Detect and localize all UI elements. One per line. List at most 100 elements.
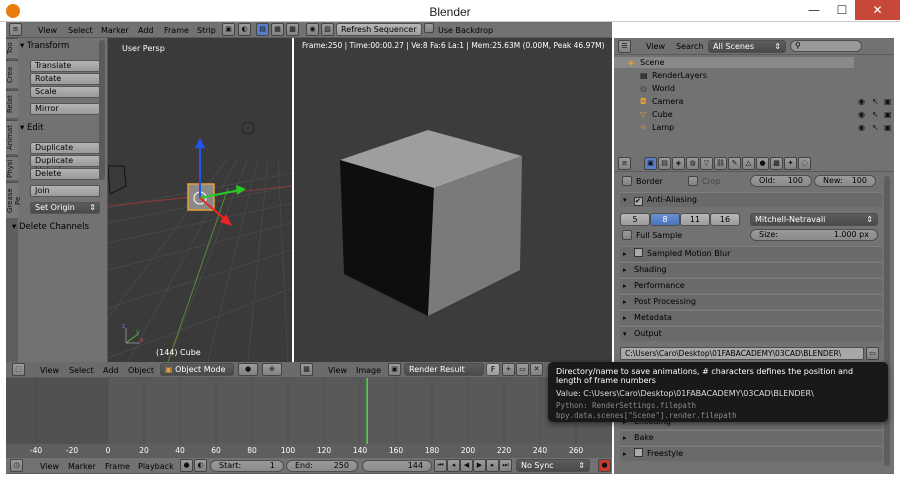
end-frame-field[interactable]: End: 250 xyxy=(286,460,358,472)
channel-icon[interactable]: ▦ xyxy=(271,23,284,36)
outliner-row-world[interactable]: ◍ World xyxy=(614,83,854,94)
tab-animation[interactable]: Animat xyxy=(6,120,18,154)
record-icon[interactable]: ● xyxy=(180,459,193,472)
texture-tab-icon[interactable]: ▩ xyxy=(770,157,783,170)
visibility-eye-icon[interactable]: ◉ xyxy=(858,110,865,119)
bake-panel-header[interactable]: ▸ Bake xyxy=(620,430,882,445)
fake-user-button[interactable]: F xyxy=(486,363,500,376)
image-menu-image[interactable]: Image xyxy=(356,366,381,375)
outliner-row-scene[interactable]: ◈ Scene xyxy=(614,57,854,68)
mirror-button[interactable]: Mirror xyxy=(30,103,100,115)
render-layers-tab-icon[interactable]: ▤ xyxy=(658,157,671,170)
anti-aliasing-panel-header[interactable]: ▾ ✔ Anti-Aliasing xyxy=(620,192,882,207)
3d-viewport[interactable]: User Persp x z y (144) Cube xyxy=(108,38,292,362)
outliner-editor-icon[interactable]: ☰ xyxy=(618,40,631,53)
outliner-row-lamp[interactable]: ☼ Lamp ◉ ↖ ▣ xyxy=(614,122,894,133)
delete-button[interactable]: Delete xyxy=(30,168,100,180)
outliner-row-camera[interactable]: ◘ Camera ◉ ↖ ▣ xyxy=(614,96,894,107)
render-camera-icon[interactable]: ▣ xyxy=(884,110,892,119)
duplicate-linked-button[interactable]: Duplicate Linked xyxy=(30,155,100,175)
jump-end-icon[interactable]: ⏭ xyxy=(499,459,512,472)
world-tab-icon[interactable]: ◍ xyxy=(686,157,699,170)
image-name-field[interactable]: Render Result xyxy=(404,363,484,376)
view3d-menu-object[interactable]: Object xyxy=(128,366,154,375)
translate-button[interactable]: Translate xyxy=(30,60,100,72)
menu-strip[interactable]: Strip xyxy=(197,26,216,35)
performance-panel-header[interactable]: ▸ Performance xyxy=(620,278,882,293)
join-button[interactable]: Join xyxy=(30,185,100,197)
refresh-sequencer-button[interactable]: Refresh Sequencer xyxy=(336,23,422,36)
timeline-editor-icon[interactable]: ◷ xyxy=(10,459,23,472)
sync-mode-dropdown[interactable]: No Sync ⇕ xyxy=(516,459,590,472)
close-button[interactable]: ✕ xyxy=(855,0,900,20)
safe-area-icon[interactable]: ▧ xyxy=(321,23,334,36)
modifiers-tab-icon[interactable]: ✎ xyxy=(728,157,741,170)
timeline-menu-marker[interactable]: Marker xyxy=(68,462,96,471)
view3d-menu-view[interactable]: View xyxy=(40,366,59,375)
transform-panel-header[interactable]: ▾ Transform xyxy=(20,41,69,51)
tab-tools[interactable]: Too xyxy=(6,38,18,58)
open-image-icon[interactable]: ▭ xyxy=(516,363,529,376)
display-mode-icon[interactable]: ▤ xyxy=(256,23,269,36)
jump-keyframe-back-icon[interactable]: ◂ xyxy=(447,459,460,472)
menu-add[interactable]: Add xyxy=(138,26,154,35)
tool-shelf-scrollbar[interactable] xyxy=(99,40,105,180)
aa-sample-16[interactable]: 16 xyxy=(710,213,740,226)
jump-keyframe-forward-icon[interactable]: ▸ xyxy=(486,459,499,472)
view3d-editor-icon[interactable]: ⬚ xyxy=(12,363,25,376)
properties-scrollbar[interactable] xyxy=(884,176,890,466)
aa-filter-dropdown[interactable]: Mitchell-Netravali ⇕ xyxy=(750,213,878,226)
post-processing-panel-header[interactable]: ▸ Post Processing xyxy=(620,294,882,309)
new-field[interactable]: New: 100 xyxy=(814,175,876,187)
tab-grease-pencil[interactable]: Grease Pe xyxy=(6,182,22,218)
edit-panel-header[interactable]: ▾ Edit xyxy=(20,123,43,133)
shading-panel-header[interactable]: ▸ Shading xyxy=(620,262,882,277)
new-image-icon[interactable]: + xyxy=(502,363,515,376)
editor-type-icon[interactable]: ≡ xyxy=(9,23,22,36)
menu-frame[interactable]: Frame xyxy=(164,26,189,35)
freestyle-panel-header[interactable]: ▸ Freestyle xyxy=(620,446,882,461)
unlink-image-icon[interactable]: ✕ xyxy=(530,363,543,376)
tab-physics[interactable]: Physi xyxy=(6,156,18,180)
viewport-shading-icon[interactable]: ● xyxy=(238,363,258,376)
view3d-menu-select[interactable]: Select xyxy=(69,366,94,375)
current-frame-field[interactable]: 144 xyxy=(362,460,432,472)
render-result-view[interactable]: Frame:250 | Time:00:00.27 | Ve:8 Fa:6 La… xyxy=(294,38,612,362)
selectable-cursor-icon[interactable]: ↖ xyxy=(872,110,879,119)
view-type-icon[interactable]: ▣ xyxy=(222,23,235,36)
timeline-menu-frame[interactable]: Frame xyxy=(105,462,130,471)
freestyle-checkbox[interactable] xyxy=(634,448,643,457)
menu-view[interactable]: View xyxy=(38,26,57,35)
output-panel-header[interactable]: ▾ Output xyxy=(620,326,882,341)
filter-size-field[interactable]: Size: 1.000 px xyxy=(750,229,878,241)
jump-start-icon[interactable]: ⏮ xyxy=(434,459,447,472)
physics-tab-icon[interactable]: ◌ xyxy=(798,157,811,170)
old-field[interactable]: Old: 100 xyxy=(750,175,812,187)
output-path-input[interactable]: C:\Users\Caro\Desktop\01FABACADEMY\03CAD… xyxy=(620,347,864,360)
timeline-menu-view[interactable]: View xyxy=(40,462,59,471)
timeline-menu-playback[interactable]: Playback xyxy=(138,462,174,471)
data-tab-icon[interactable]: △ xyxy=(742,157,755,170)
outliner-search-input[interactable]: ⚲ xyxy=(790,40,862,52)
aa-sample-5[interactable]: 5 xyxy=(620,213,650,226)
aa-sample-8[interactable]: 8 xyxy=(650,213,680,226)
folder-browse-icon[interactable]: ▭ xyxy=(866,347,879,360)
object-tab-icon[interactable]: ▽ xyxy=(700,157,713,170)
scale-button[interactable]: Scale xyxy=(30,86,100,98)
anti-aliasing-checkbox[interactable]: ✔ xyxy=(634,197,643,206)
selectable-cursor-icon[interactable]: ↖ xyxy=(872,97,879,106)
delete-channels-header[interactable]: ▾ Delete Channels xyxy=(12,222,89,232)
maximize-button[interactable]: ☐ xyxy=(828,0,856,20)
sampled-motion-blur-header[interactable]: ▸ Sampled Motion Blur xyxy=(620,246,882,261)
rotate-button[interactable]: Rotate xyxy=(30,73,100,85)
selectable-cursor-icon[interactable]: ↖ xyxy=(872,123,879,132)
render-camera-icon[interactable]: ▣ xyxy=(884,123,892,132)
outliner-scope-dropdown[interactable]: All Scenes ⇕ xyxy=(708,40,786,53)
render-camera-icon[interactable]: ▣ xyxy=(884,97,892,106)
scene-tab-icon[interactable]: ◈ xyxy=(672,157,685,170)
aa-sample-11[interactable]: 11 xyxy=(680,213,710,226)
visibility-eye-icon[interactable]: ◉ xyxy=(858,123,865,132)
object-mode-dropdown[interactable]: ▣ Object Mode xyxy=(160,363,234,376)
material-tab-icon[interactable]: ● xyxy=(756,157,769,170)
full-sample-checkbox[interactable] xyxy=(622,230,632,240)
